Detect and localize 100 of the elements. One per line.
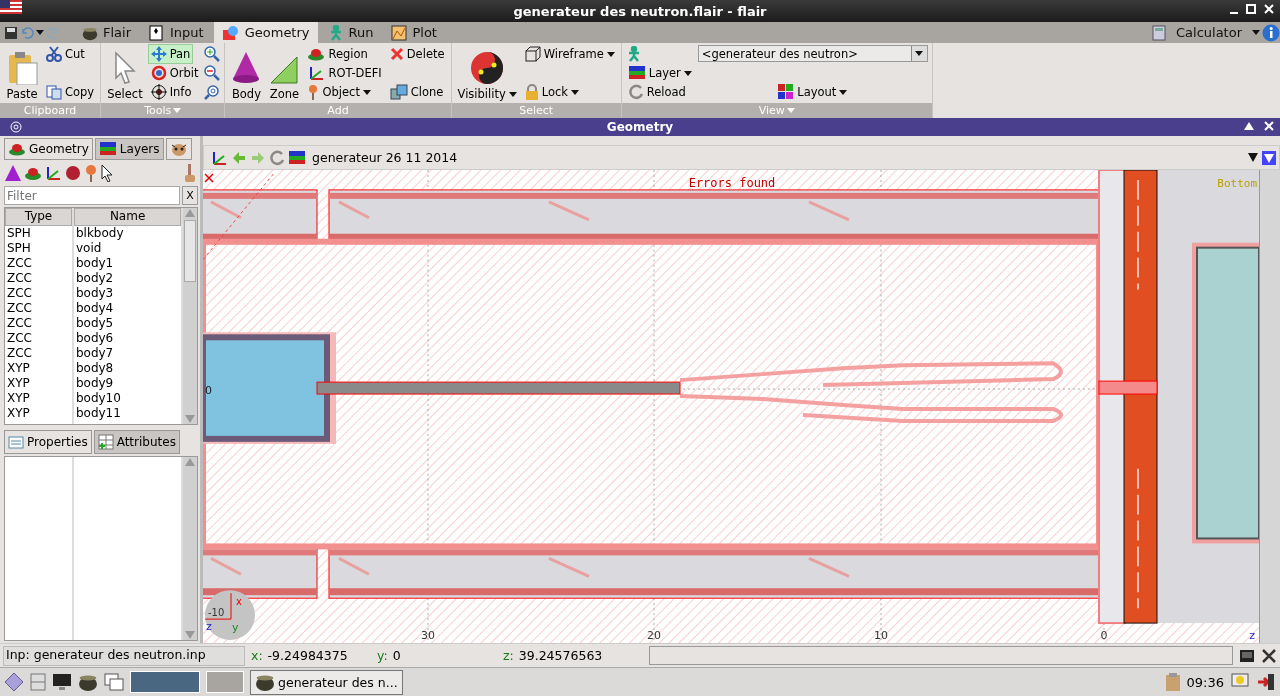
column-header[interactable]: Name — [73, 208, 182, 226]
visibility-icon — [470, 51, 505, 85]
scroll-up-icon[interactable] — [185, 458, 196, 466]
coordinate-readout: x: -9.24984375 — [251, 648, 349, 663]
scroll-thumb[interactable] — [184, 220, 197, 282]
ribbon-button[interactable]: Visibility — [455, 45, 519, 101]
undo-icon — [20, 25, 34, 40]
ribbon-button[interactable]: Select — [105, 45, 145, 101]
table-cell-text: body7 — [74, 346, 115, 361]
layer-dropdown[interactable]: generateur 26 11 2014 — [309, 148, 1279, 167]
panel-tab[interactable]: Layers — [94, 138, 164, 160]
flag-icon — [0, 0, 22, 14]
panel-tab[interactable] — [165, 138, 192, 160]
gizmo-axes — [204, 592, 232, 620]
ribbon-button[interactable]: Reload — [625, 83, 688, 101]
reload-icon — [269, 149, 285, 166]
caret-icon — [508, 91, 517, 97]
caret-icon — [362, 89, 371, 95]
maximize-icon — [1246, 4, 1256, 14]
ribbon-button[interactable]: Orbit — [148, 64, 201, 82]
table-cell-text: ZCC — [6, 301, 33, 316]
coordinate-readout: y: 0 — [377, 648, 402, 663]
scrollbar[interactable] — [183, 208, 197, 424]
gizmo-axis-label: x — [236, 596, 242, 608]
ribbon-button[interactable]: Paste — [4, 45, 40, 101]
ribbon-button[interactable]: ROT-DEFI — [305, 64, 384, 82]
ribbon-button[interactable]: Delete — [387, 45, 447, 63]
table-cell-text: body3 — [74, 286, 115, 301]
ribbon-tab[interactable]: Plot — [383, 22, 445, 43]
scrollbar[interactable] — [183, 457, 197, 640]
panel-tab[interactable]: Properties — [4, 430, 92, 454]
taskbar-window-button[interactable]: generateur des n... — [250, 669, 403, 695]
ribbon-tab[interactable]: Geometry — [213, 22, 318, 43]
scroll-down-icon[interactable] — [185, 631, 196, 639]
cone-icon — [4, 164, 22, 182]
geometry-viewport[interactable]: Errors found Bottom 0 30 20 10 0 z x -10 z y — [203, 170, 1259, 643]
axes-icon — [307, 65, 326, 81]
scrollbar[interactable] — [1259, 170, 1280, 643]
hand-icon — [182, 163, 198, 183]
ribbon-button[interactable]: Wireframe — [522, 45, 617, 63]
ribbon-tab[interactable]: Run — [319, 22, 382, 43]
dropdown-button[interactable] — [910, 46, 927, 61]
icon-button[interactable] — [204, 45, 221, 63]
geometry-icon — [221, 24, 240, 41]
view-label: Bottom — [1217, 176, 1257, 190]
padlock-icon — [524, 84, 539, 100]
icon-button[interactable] — [204, 64, 221, 82]
ribbon-button[interactable]: Pan — [148, 45, 193, 63]
ribbon-button[interactable]: Layout — [776, 83, 850, 101]
column-header[interactable]: Type — [5, 208, 72, 226]
ribbon-button[interactable]: Body — [229, 45, 264, 101]
zoom-fit-icon — [204, 84, 221, 100]
table-cell-text: body5 — [74, 316, 115, 331]
caret-icon — [786, 108, 795, 113]
ribbon-button[interactable]: Object — [305, 83, 373, 101]
plot-icon — [391, 24, 408, 41]
icon-button[interactable] — [204, 83, 221, 101]
filter-field[interactable]: Filter — [4, 186, 180, 205]
region-icon — [8, 142, 26, 156]
table-cell-text: body10 — [74, 391, 122, 406]
panel-tab[interactable]: Geometry — [4, 138, 93, 160]
ribbon-tab[interactable]: Input — [141, 22, 212, 43]
table-cell-text: SPH — [6, 226, 32, 241]
axes-icon — [210, 149, 228, 166]
model-dropdown[interactable]: <generateur des neutron> — [697, 45, 928, 62]
table-cell-text: XYP — [6, 391, 31, 406]
clipboard-icon — [6, 51, 38, 85]
table-cell-text: XYP — [6, 361, 31, 376]
ribbon-button[interactable]: Layer — [625, 64, 694, 82]
coordinate-readout: z: 39.24576563 — [503, 648, 604, 663]
menu-icon — [4, 672, 24, 692]
window-title: generateur des neutron.flair - flair — [513, 3, 767, 19]
clear-filter-button[interactable]: X — [182, 186, 198, 205]
cone-icon — [231, 51, 262, 85]
gizmo-axis-label: y — [232, 621, 239, 635]
cabinet-icon — [30, 673, 46, 691]
monitor-icon — [52, 673, 72, 691]
table-cell-text: ZCC — [6, 316, 33, 331]
tools-icon — [1261, 647, 1277, 664]
ribbon-button[interactable]: Region — [305, 45, 370, 63]
layers-icon — [627, 65, 646, 81]
workspace-button[interactable] — [206, 671, 244, 693]
ribbon-tab[interactable]: Flair — [74, 22, 139, 43]
workspace-button[interactable] — [130, 671, 200, 693]
ribbon-button[interactable]: Lock — [522, 83, 581, 101]
ribbon-button[interactable]: Clone — [387, 83, 446, 101]
clock: 09:36 — [1186, 674, 1224, 690]
scroll-up-icon[interactable] — [185, 209, 196, 217]
ribbon-button[interactable]: Info — [148, 83, 194, 101]
ribbon-button[interactable]: Cut — [44, 45, 87, 63]
ribbon-button[interactable]: Zone — [267, 45, 302, 101]
copy-icon — [46, 84, 62, 100]
orbit-icon — [150, 65, 167, 81]
caret-icon — [915, 51, 924, 56]
ribbon-button[interactable]: Copy — [44, 83, 97, 101]
calculator-button[interactable]: Calculator — [1168, 22, 1250, 43]
windows-icon — [104, 673, 124, 691]
scroll-down-icon[interactable] — [185, 415, 196, 423]
panel-tab[interactable]: Attributes — [93, 430, 180, 454]
dropdown-button[interactable] — [1262, 150, 1276, 165]
